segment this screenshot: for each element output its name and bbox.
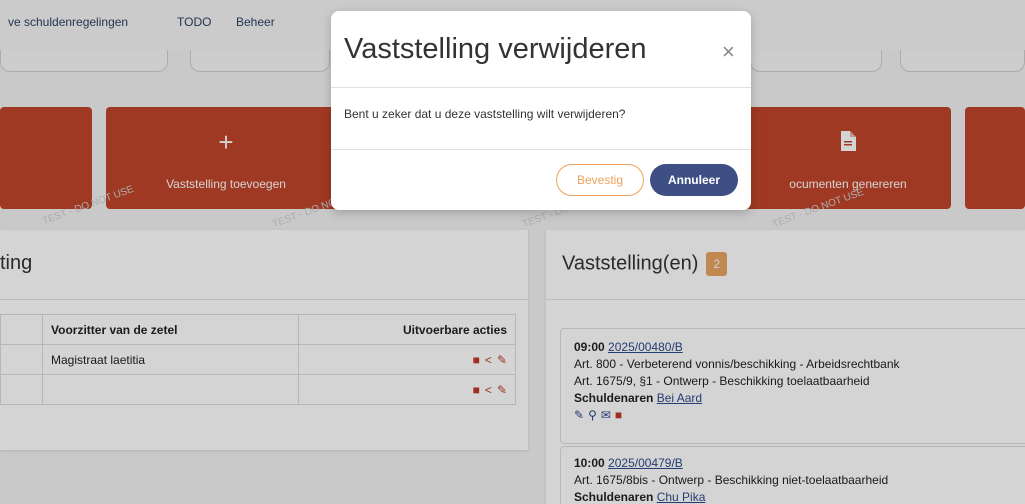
modal-message: Bent u zeker dat u deze vaststelling wil… <box>344 107 626 121</box>
modal-body: Bent u zeker dat u deze vaststelling wil… <box>331 88 751 150</box>
modal-footer: Bevestig Annuleer <box>331 150 751 209</box>
delete-vaststelling-modal: Vaststelling verwijderen × Bent u zeker … <box>331 11 751 210</box>
close-icon[interactable]: × <box>722 41 735 63</box>
cancel-button[interactable]: Annuleer <box>650 164 738 196</box>
modal-header: Vaststelling verwijderen × <box>331 11 751 88</box>
modal-title: Vaststelling verwijderen <box>344 33 647 65</box>
confirm-button[interactable]: Bevestig <box>556 164 644 196</box>
